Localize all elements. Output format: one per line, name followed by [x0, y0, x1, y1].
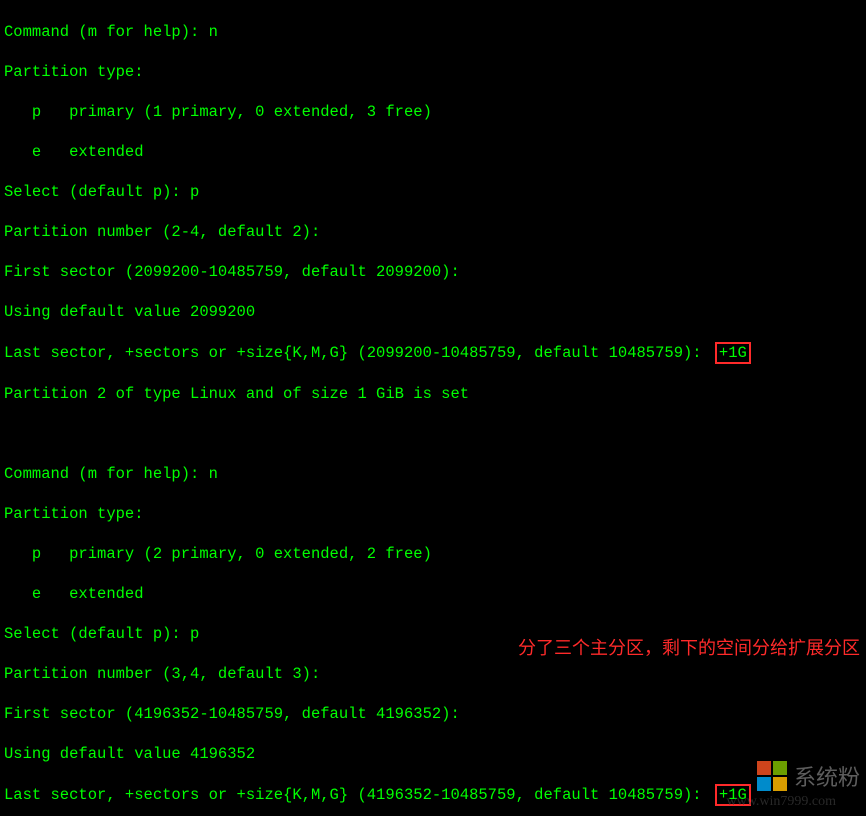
cmd-input: n — [209, 23, 218, 41]
logo-square-br — [773, 777, 787, 791]
select-line[interactable]: Select (default p): p — [4, 182, 862, 202]
last-sector-prompt: Last sector, +sectors or +size{K,M,G} (2… — [4, 344, 711, 362]
cmd-input: n — [209, 465, 218, 483]
ptype-header: Partition type: — [4, 504, 862, 524]
microsoft-logo-icon — [756, 760, 788, 792]
terminal-output: Command (m for help): n Partition type: … — [0, 0, 866, 816]
prompt-text: Command (m for help): — [4, 465, 209, 483]
ptype-primary: p primary (1 primary, 0 extended, 3 free… — [4, 102, 862, 122]
watermark-text: 系统粉 — [794, 760, 860, 792]
partition-number[interactable]: Partition number (3,4, default 3): — [4, 664, 862, 684]
ptype-extended: e extended — [4, 142, 862, 162]
watermark-url: www.win7999.com — [726, 794, 836, 810]
first-sector[interactable]: First sector (2099200-10485759, default … — [4, 262, 862, 282]
partition-result: Partition 2 of type Linux and of size 1 … — [4, 384, 862, 404]
logo-square-bl — [757, 777, 771, 791]
first-sector[interactable]: First sector (4196352-10485759, default … — [4, 704, 862, 724]
ptype-header: Partition type: — [4, 62, 862, 82]
partition-number[interactable]: Partition number (2-4, default 2): — [4, 222, 862, 242]
select-input: p — [190, 625, 199, 643]
blank-line — [4, 424, 862, 444]
watermark: 系统粉 — [756, 760, 860, 792]
logo-square-tl — [757, 761, 771, 775]
using-default: Using default value 4196352 — [4, 744, 862, 764]
select-prompt: Select (default p): — [4, 625, 190, 643]
select-input: p — [190, 183, 199, 201]
using-default: Using default value 2099200 — [4, 302, 862, 322]
prompt-text: Command (m for help): — [4, 23, 209, 41]
cmd-line-2[interactable]: Command (m for help): n — [4, 464, 862, 484]
last-sector-line[interactable]: Last sector, +sectors or +size{K,M,G} (2… — [4, 342, 862, 364]
last-sector-prompt: Last sector, +sectors or +size{K,M,G} (4… — [4, 786, 711, 804]
select-prompt: Select (default p): — [4, 183, 190, 201]
cmd-line-1[interactable]: Command (m for help): n — [4, 22, 862, 42]
logo-square-tr — [773, 761, 787, 775]
annotation-text: 分了三个主分区，剩下的空间分给扩展分区 — [518, 638, 860, 658]
last-sector-input-highlight: +1G — [715, 342, 751, 364]
ptype-primary: p primary (2 primary, 0 extended, 2 free… — [4, 544, 862, 564]
ptype-extended: e extended — [4, 584, 862, 604]
